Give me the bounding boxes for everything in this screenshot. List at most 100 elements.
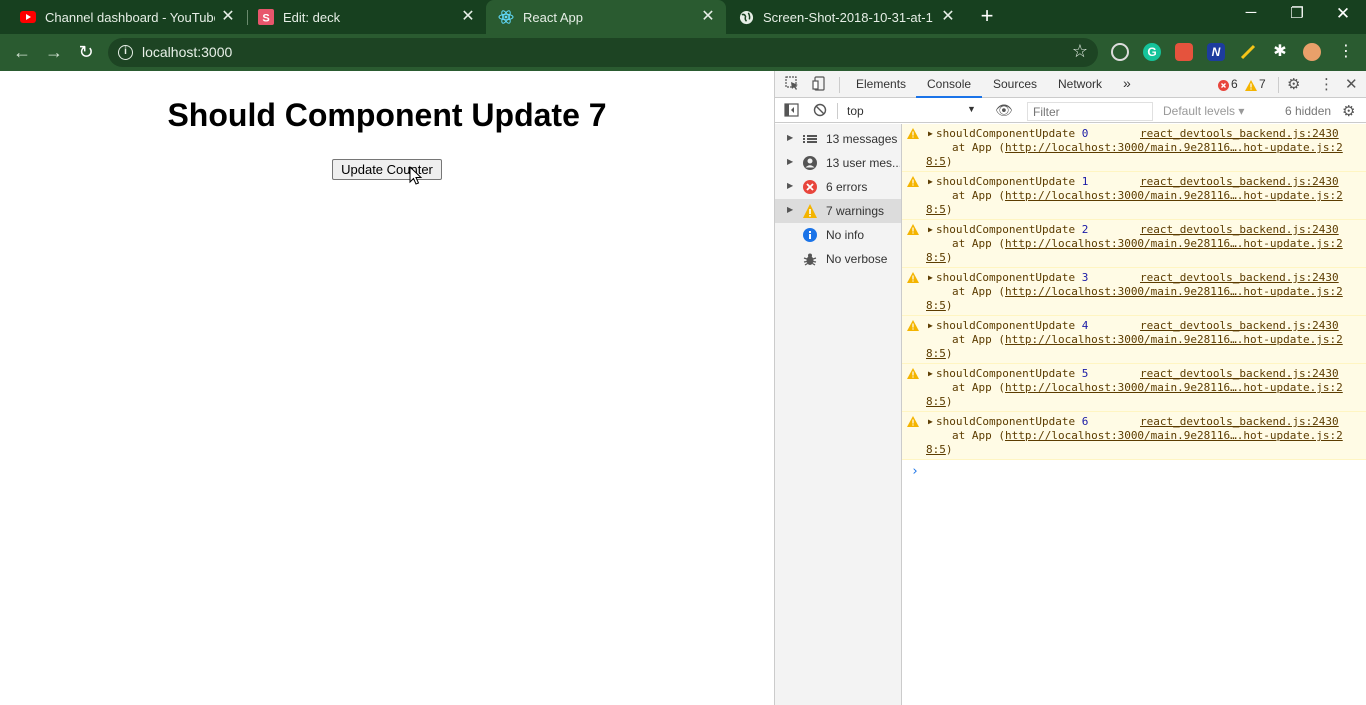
expand-arrow-icon[interactable]: ▶ [928,273,933,282]
profile-avatar[interactable] [1303,43,1321,61]
console-warning-row[interactable]: ▶ shouldComponentUpdate 0 react_devtools… [902,124,1366,172]
back-arrow-icon[interactable]: ← [10,40,34,64]
stack-url-continued[interactable]: 8:5) [926,155,953,168]
reload-icon[interactable]: ↻ [74,40,98,64]
stack-url-continued[interactable]: 8:5) [926,299,953,312]
tab-youtube[interactable]: Channel dashboard - YouTube St ✕ [0,0,246,34]
grammarly-icon[interactable]: G [1143,43,1161,61]
chevron-down-icon[interactable]: ▼ [967,104,976,114]
source-link[interactable]: react_devtools_backend.js:2430 [1140,223,1339,236]
expand-arrow-icon[interactable]: ▶ [928,129,933,138]
context-selector[interactable]: top [847,104,864,118]
site-info-icon[interactable]: i [118,45,133,60]
tab-screenshot[interactable]: Screen-Shot-2018-10-31-at-1.44 ✕ [718,0,966,34]
message-text: shouldComponentUpdate [936,367,1076,380]
bookmark-star-icon[interactable]: ☆ [1072,41,1088,62]
console-warning-row[interactable]: ▶ shouldComponentUpdate 6 react_devtools… [902,412,1366,460]
console-warning-row[interactable]: ▶ shouldComponentUpdate 5 react_devtools… [902,364,1366,412]
close-window-icon[interactable]: ✕ [1330,4,1356,26]
divider [837,103,838,119]
log-levels-dropdown[interactable]: Default levels ▾ [1163,104,1244,118]
show-sidebar-icon[interactable] [784,103,799,120]
tab-network[interactable]: Network [1058,77,1102,91]
tab-console[interactable]: Console [915,77,983,98]
stack-url-link[interactable]: http://localhost:3000/main.9e28116….hot-… [1005,237,1343,250]
stack-url-continued[interactable]: 8:5) [926,203,953,216]
tab-edit-deck[interactable]: S Edit: deck ✕ [238,0,486,34]
sidebar-item-messages[interactable]: ▶ 13 messages [775,127,901,151]
sidebar-item-user-messages[interactable]: ▶ 13 user mes... [775,151,901,175]
extension-n-icon[interactable]: N [1207,43,1225,61]
close-tab-icon[interactable]: ✕ [460,9,476,25]
globe-icon [738,9,754,25]
source-link[interactable]: react_devtools_backend.js:2430 [1140,271,1339,284]
expand-arrow-icon[interactable]: ▶ [787,133,793,142]
expand-arrow-icon[interactable]: ▶ [928,417,933,426]
sidebar-item-errors[interactable]: ▶ 6 errors [775,175,901,199]
console-warning-row[interactable]: ▶ shouldComponentUpdate 2 react_devtools… [902,220,1366,268]
sidebar-item-warnings[interactable]: ▶ 7 warnings [775,199,901,223]
stack-url-tail: 8:5 [926,443,946,456]
browser-menu-icon[interactable]: ⋮ [1337,43,1355,61]
expand-arrow-icon[interactable]: ▶ [928,225,933,234]
clear-console-icon[interactable] [813,103,827,120]
stack-url-continued[interactable]: 8:5) [926,443,953,456]
console-warning-row[interactable]: ▶ shouldComponentUpdate 3 react_devtools… [902,268,1366,316]
error-count[interactable]: 6 [1231,77,1238,91]
console-warning-row[interactable]: ▶ shouldComponentUpdate 1 react_devtools… [902,172,1366,220]
console-warning-row[interactable]: ▶ shouldComponentUpdate 4 react_devtools… [902,316,1366,364]
source-link[interactable]: react_devtools_backend.js:2430 [1140,127,1339,140]
stack-url-continued[interactable]: 8:5) [926,395,953,408]
expand-arrow-icon[interactable]: ▶ [787,157,793,166]
warning-count[interactable]: 7 [1259,77,1266,91]
stack-url-link[interactable]: http://localhost:3000/main.9e28116….hot-… [1005,333,1343,346]
close-tab-icon[interactable]: ✕ [940,9,956,25]
highlighter-icon[interactable] [1239,43,1257,61]
expand-arrow-icon[interactable]: ▶ [928,177,933,186]
tab-sources[interactable]: Sources [993,77,1037,91]
source-link[interactable]: react_devtools_backend.js:2430 [1140,367,1339,380]
settings-gear-icon[interactable]: ⚙ [1287,75,1300,93]
device-toolbar-icon[interactable] [812,76,826,94]
extension-circle-icon[interactable] [1111,43,1129,61]
console-filter-input[interactable] [1027,102,1153,121]
source-link[interactable]: react_devtools_backend.js:2430 [1140,415,1339,428]
tab-elements[interactable]: Elements [856,77,906,91]
stack-url-link[interactable]: http://localhost:3000/main.9e28116….hot-… [1005,381,1343,394]
source-link[interactable]: react_devtools_backend.js:2430 [1140,175,1339,188]
extensions-puzzle-icon[interactable]: ✱ [1271,43,1289,61]
expand-arrow-icon[interactable]: ▶ [928,369,933,378]
inspect-element-icon[interactable] [785,76,800,94]
stack-url-continued[interactable]: 8:5) [926,251,953,264]
expand-arrow-icon[interactable]: ▶ [928,321,933,330]
forward-arrow-icon[interactable]: → [42,40,66,64]
close-tab-icon[interactable]: ✕ [700,9,716,25]
live-expression-eye-icon[interactable]: 👁 [995,102,1013,119]
hidden-count: 6 hidden [1285,104,1332,118]
close-devtools-icon[interactable]: ✕ [1345,75,1358,93]
console-settings-gear-icon[interactable]: ⚙ [1342,102,1355,120]
sidebar-item-label: 6 errors [826,180,868,194]
tab-react-app[interactable]: React App ✕ [486,0,726,34]
new-tab-button[interactable]: + [976,5,998,28]
address-bar[interactable]: i localhost:3000 ☆ [108,38,1098,67]
restore-icon[interactable]: ❐ [1284,4,1310,26]
stack-url-link[interactable]: http://localhost:3000/main.9e28116….hot-… [1005,189,1343,202]
stack-url-link[interactable]: http://localhost:3000/main.9e28116….hot-… [1005,285,1343,298]
extension-red-icon[interactable] [1175,43,1193,61]
stack-url-link[interactable]: http://localhost:3000/main.9e28116….hot-… [1005,141,1343,154]
console-prompt-icon[interactable]: › [911,464,919,479]
expand-arrow-icon[interactable]: ▶ [787,181,793,190]
stack-url-continued[interactable]: 8:5) [926,347,953,360]
update-counter-button[interactable]: Update Counter [332,159,442,180]
stack-url-link[interactable]: http://localhost:3000/main.9e28116….hot-… [1005,429,1343,442]
page-viewport: Should Component Update 7 Update Counter [0,71,774,705]
more-tabs-icon[interactable]: » [1123,75,1131,91]
devtools-menu-icon[interactable]: ⋮ [1319,75,1334,93]
sidebar-item-info[interactable]: No info [775,223,901,247]
source-link[interactable]: react_devtools_backend.js:2430 [1140,319,1339,332]
expand-arrow-icon[interactable]: ▶ [787,205,793,214]
sidebar-item-verbose[interactable]: No verbose [775,247,901,271]
close-tab-icon[interactable]: ✕ [220,9,236,25]
minimize-icon[interactable]: ─ [1238,4,1264,26]
